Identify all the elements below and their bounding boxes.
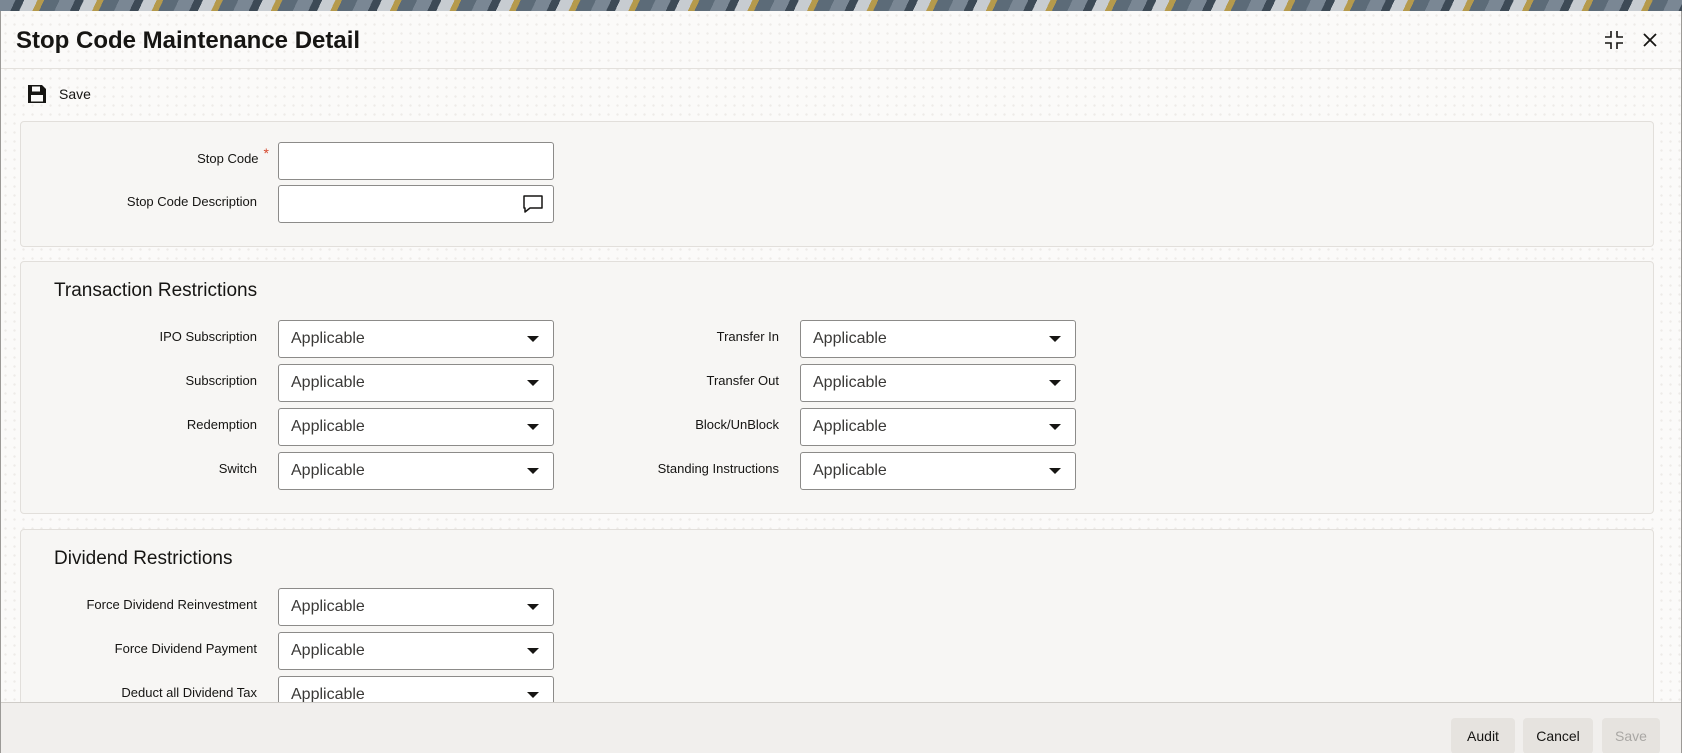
toolbar: Save	[1, 81, 201, 111]
redemption-value: Applicable	[291, 418, 365, 435]
stop-code-panel: Stop Code * Stop Code Description	[20, 121, 1654, 247]
redemption-select[interactable]: Applicable	[278, 408, 554, 446]
force-dividend-reinvestment-value: Applicable	[291, 598, 365, 615]
chevron-down-icon	[527, 380, 539, 386]
top-banner-strip	[0, 0, 1682, 11]
chevron-down-icon	[527, 648, 539, 654]
save-button[interactable]: Save	[1602, 718, 1660, 753]
chevron-down-icon	[527, 336, 539, 342]
transfer-in-value: Applicable	[813, 330, 887, 347]
block-unblock-select[interactable]: Applicable	[800, 408, 1076, 446]
dividend-restrictions-panel: Dividend Restrictions Force Dividend Rei…	[20, 529, 1654, 729]
switch-label: Switch	[218, 461, 257, 476]
chevron-down-icon	[1049, 336, 1061, 342]
subscription-value: Applicable	[291, 374, 365, 391]
force-dividend-reinvestment-label: Force Dividend Reinvestment	[86, 597, 257, 612]
chevron-down-icon	[1049, 424, 1061, 430]
transaction-restrictions-title: Transaction Restrictions	[54, 280, 258, 301]
page-title: Stop Code Maintenance Detail	[16, 27, 361, 54]
dividend-restrictions-title: Dividend Restrictions	[54, 548, 233, 569]
dialog-window: Stop Code Maintenance Detail Save Stop C…	[0, 11, 1682, 753]
transfer-in-select[interactable]: Applicable	[800, 320, 1076, 358]
dialog-footer: Audit Cancel Save	[1, 702, 1681, 753]
toolbar-save-label: Save	[59, 86, 91, 102]
switch-select[interactable]: Applicable	[278, 452, 554, 490]
stop-code-description-field[interactable]	[278, 185, 554, 223]
chevron-down-icon	[1049, 380, 1061, 386]
close-icon	[1643, 33, 1657, 47]
dialog-header: Stop Code Maintenance Detail	[1, 11, 1681, 69]
standing-instructions-value: Applicable	[813, 462, 887, 479]
ipo-subscription-label: IPO Subscription	[159, 329, 257, 344]
ipo-subscription-value: Applicable	[291, 330, 365, 347]
standing-instructions-select[interactable]: Applicable	[800, 452, 1076, 490]
deduct-all-dividend-tax-label: Deduct all Dividend Tax	[121, 685, 257, 700]
force-dividend-payment-select[interactable]: Applicable	[278, 632, 554, 670]
required-marker: *	[263, 145, 269, 161]
force-dividend-payment-label: Force Dividend Payment	[114, 641, 257, 656]
chevron-down-icon	[527, 692, 539, 698]
block-unblock-label: Block/UnBlock	[695, 417, 779, 432]
toolbar-save-button[interactable]: Save	[27, 84, 91, 104]
ipo-subscription-select[interactable]: Applicable	[278, 320, 554, 358]
force-dividend-reinvestment-select[interactable]: Applicable	[278, 588, 554, 626]
transfer-out-select[interactable]: Applicable	[800, 364, 1076, 402]
floppy-disk-icon	[28, 85, 46, 103]
stop-code-input[interactable]	[279, 143, 553, 179]
transfer-in-label: Transfer In	[716, 329, 779, 344]
cancel-button[interactable]: Cancel	[1523, 718, 1593, 753]
stop-code-field[interactable]	[278, 142, 554, 180]
redemption-label: Redemption	[186, 417, 257, 432]
audit-button[interactable]: Audit	[1451, 718, 1515, 753]
stop-code-description-label: Stop Code Description	[126, 194, 257, 209]
comment-icon[interactable]	[522, 194, 544, 219]
chevron-down-icon	[527, 468, 539, 474]
chevron-down-icon	[527, 424, 539, 430]
expand-button[interactable]	[1600, 26, 1628, 54]
block-unblock-value: Applicable	[813, 418, 887, 435]
chevron-down-icon	[527, 604, 539, 610]
transfer-out-label: Transfer Out	[706, 373, 779, 388]
stop-code-label-text: Stop Code	[197, 151, 259, 166]
switch-value: Applicable	[291, 462, 365, 479]
stop-code-description-input[interactable]	[279, 186, 553, 222]
chevron-down-icon	[1049, 468, 1061, 474]
transaction-restrictions-panel: Transaction Restrictions IPO Subscriptio…	[20, 261, 1654, 514]
stop-code-label: Stop Code *	[197, 145, 269, 166]
standing-instructions-label: Standing Instructions	[657, 461, 779, 476]
close-button[interactable]	[1636, 26, 1664, 54]
subscription-select[interactable]: Applicable	[278, 364, 554, 402]
subscription-label: Subscription	[185, 373, 257, 388]
expand-icon	[1605, 31, 1623, 49]
transfer-out-value: Applicable	[813, 374, 887, 391]
force-dividend-payment-value: Applicable	[291, 642, 365, 659]
